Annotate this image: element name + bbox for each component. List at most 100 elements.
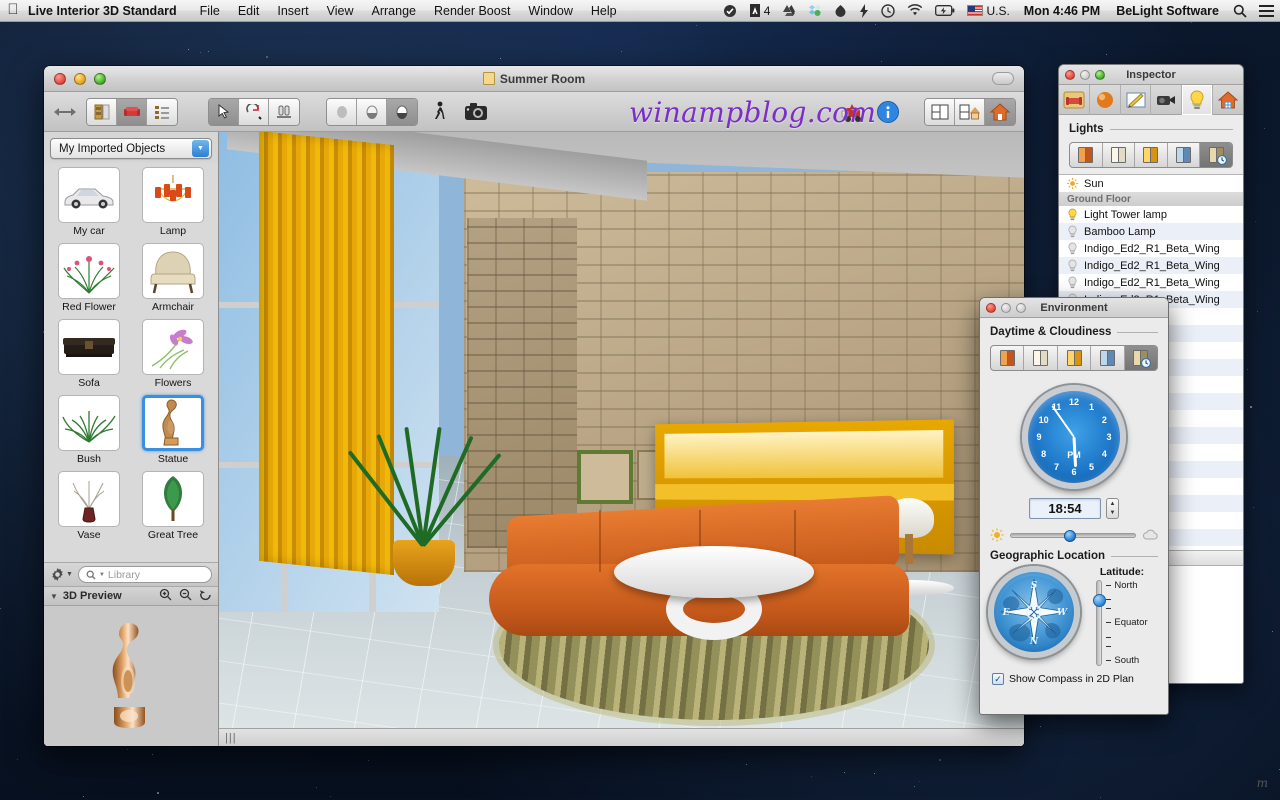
menubar-user[interactable]: BeLight Software (1108, 4, 1227, 18)
checkmark-badge-icon[interactable] (717, 0, 743, 22)
zoom-out-icon[interactable] (179, 588, 192, 604)
cloudiness-slider[interactable] (1010, 533, 1136, 538)
list-item[interactable]: Vase (50, 471, 128, 545)
library-category-select[interactable]: My Imported Objects ▼ (50, 138, 212, 159)
list-item[interactable]: Indigo_Ed2_R1_Beta_Wing (1059, 257, 1243, 274)
tab-material[interactable] (1090, 85, 1121, 115)
chevron-down-icon[interactable]: ▼ (192, 140, 209, 157)
list-item[interactable]: Armchair (134, 243, 212, 317)
3d-view-button[interactable] (985, 99, 1015, 125)
google-drive-icon[interactable] (776, 0, 802, 22)
compass-control[interactable]: S N E W (988, 566, 1080, 658)
daytime-mode-auto[interactable] (1125, 346, 1157, 370)
list-item[interactable]: Light Tower lamp (1059, 206, 1243, 223)
close-button[interactable] (54, 73, 66, 85)
info-icon[interactable] (874, 98, 902, 126)
list-item[interactable]: Lamp (134, 167, 212, 241)
camera-snapshot-icon[interactable] (462, 98, 490, 126)
droplet-icon[interactable] (828, 0, 853, 22)
show-compass-checkbox[interactable]: ✓ (992, 673, 1004, 685)
apple-logo-icon[interactable]:  (0, 2, 26, 19)
inspector-titlebar[interactable]: Inspector (1059, 65, 1243, 85)
stepper-down-icon[interactable]: ▼ (1110, 510, 1116, 516)
adobe-icon[interactable]: 4 (743, 0, 777, 22)
menu-window[interactable]: Window (519, 0, 581, 22)
search-input[interactable]: ▼ Library (78, 566, 212, 583)
list-item[interactable]: Sun (1059, 175, 1243, 192)
list-button[interactable] (147, 99, 177, 125)
light-mode-auto[interactable] (1200, 143, 1232, 167)
2d-plan-view-button[interactable] (925, 99, 955, 125)
list-item[interactable]: Red Flower (50, 243, 128, 317)
daytime-clock[interactable]: 12 1 2 3 4 5 6 7 8 9 10 11 PM (1022, 385, 1126, 489)
light-mode-night[interactable] (1070, 143, 1103, 167)
time-input[interactable]: 18:54 (1029, 498, 1101, 519)
stepper-up-icon[interactable]: ▲ (1110, 501, 1116, 507)
resize-grip-icon[interactable]: ||| (225, 732, 237, 744)
render-boost-icon[interactable] (838, 98, 866, 126)
input-source-flag[interactable]: U.S. (961, 0, 1015, 22)
rotate-icon[interactable] (199, 588, 212, 604)
flash-icon[interactable] (853, 0, 875, 22)
list-item[interactable]: Indigo_Ed2_R1_Beta_Wing (1059, 274, 1243, 291)
zoom-in-icon[interactable] (159, 588, 172, 604)
tab-light[interactable] (1182, 85, 1213, 115)
list-icon[interactable] (1253, 0, 1280, 22)
flat-render-button[interactable] (327, 99, 357, 125)
measure-tool[interactable] (269, 99, 299, 125)
daytime-mode-day[interactable] (1024, 346, 1057, 370)
list-item-selected[interactable]: Statue (134, 395, 212, 469)
tab-object[interactable] (1059, 85, 1090, 115)
select-tool[interactable] (209, 99, 239, 125)
toolbar-toggle-button[interactable] (992, 72, 1014, 85)
walk-through-icon[interactable] (426, 98, 454, 126)
time-stepper[interactable]: ▲ ▼ (1106, 498, 1119, 519)
wifi-icon[interactable] (901, 0, 929, 22)
slider-knob[interactable] (1064, 530, 1076, 542)
glossy-render-button[interactable] (387, 99, 417, 125)
show-compass-row[interactable]: ✓ Show Compass in 2D Plan (980, 666, 1168, 685)
action-gear-icon[interactable]: ▼ (50, 567, 73, 582)
materials-button[interactable] (87, 99, 117, 125)
furniture-button[interactable] (117, 99, 147, 125)
menu-help[interactable]: Help (582, 0, 626, 22)
menu-file[interactable]: File (191, 0, 229, 22)
daytime-mode-night[interactable] (991, 346, 1024, 370)
shaded-render-button[interactable] (357, 99, 387, 125)
light-mode-day[interactable] (1103, 143, 1136, 167)
latitude-slider[interactable] (1096, 580, 1102, 666)
menu-view[interactable]: View (318, 0, 363, 22)
rotate-tool[interactable] (239, 99, 269, 125)
time-machine-icon[interactable] (875, 0, 901, 22)
minimize-button[interactable] (74, 73, 86, 85)
menu-render-boost[interactable]: Render Boost (425, 0, 519, 22)
light-mode-evening[interactable] (1135, 143, 1168, 167)
3d-viewport[interactable]: ||| (219, 132, 1024, 746)
dropbox-icon[interactable] (802, 0, 828, 22)
menu-app-name[interactable]: Live Interior 3D Standard (26, 0, 191, 22)
window-titlebar[interactable]: Summer Room (44, 66, 1024, 92)
menu-insert[interactable]: Insert (268, 0, 317, 22)
latitude-knob[interactable] (1093, 594, 1106, 607)
daytime-mode-artificial[interactable] (1091, 346, 1124, 370)
split-view-button[interactable] (955, 99, 985, 125)
preview-header[interactable]: ▼ 3D Preview (44, 586, 218, 606)
list-item[interactable]: Bamboo Lamp (1059, 223, 1243, 240)
menubar-clock[interactable]: Mon 4:46 PM (1016, 4, 1108, 18)
zoom-button[interactable] (94, 73, 106, 85)
tab-camera[interactable] (1151, 85, 1182, 115)
environment-titlebar[interactable]: Environment (980, 298, 1168, 318)
3d-preview-area[interactable] (44, 606, 218, 746)
menu-edit[interactable]: Edit (229, 0, 269, 22)
list-item[interactable]: Bush (50, 395, 128, 469)
search-icon[interactable] (1227, 0, 1253, 22)
list-item[interactable]: Sofa (50, 319, 128, 393)
list-item[interactable]: Indigo_Ed2_R1_Beta_Wing (1059, 240, 1243, 257)
list-item[interactable]: My car (50, 167, 128, 241)
disclosure-triangle-icon[interactable]: ▼ (50, 592, 58, 601)
back-forward-icon[interactable] (52, 99, 78, 125)
list-item[interactable]: Great Tree (134, 471, 212, 545)
daytime-mode-evening[interactable] (1058, 346, 1091, 370)
battery-icon[interactable] (929, 0, 961, 22)
light-mode-artificial[interactable] (1168, 143, 1201, 167)
